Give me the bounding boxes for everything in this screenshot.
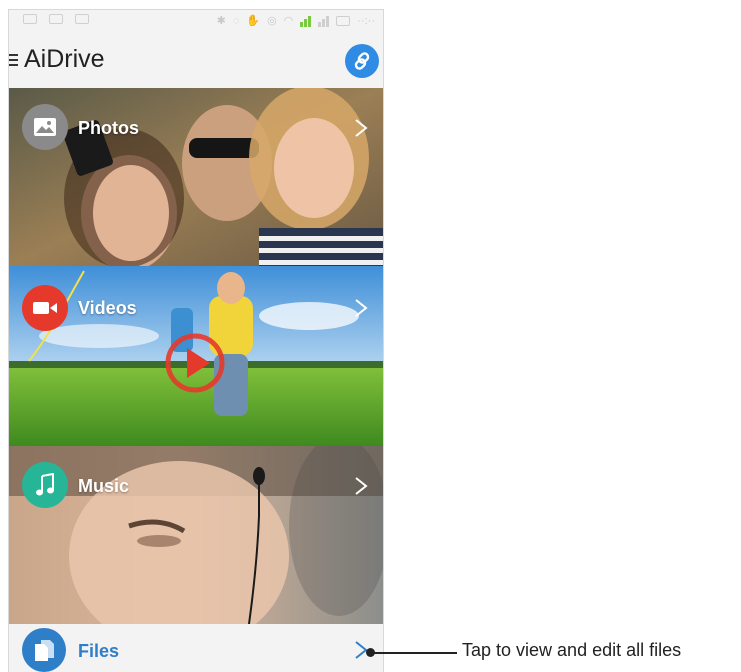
music-tile[interactable]: Music [9, 446, 383, 624]
video-camera-icon [33, 302, 57, 314]
alarm-icon: ◎ [267, 15, 277, 27]
menu-icon[interactable] [9, 54, 19, 66]
image-icon [34, 118, 56, 136]
status-bar: ✱ ◌ ✋ ◎ ◠ ··:·· [9, 10, 383, 34]
clock: ··:·· [357, 14, 375, 27]
files-category-icon [22, 628, 66, 672]
hand-icon: ✋ [246, 15, 261, 27]
files-row[interactable]: Files [9, 624, 383, 672]
signal-strength-icon [300, 15, 312, 27]
photos-category-icon [22, 104, 68, 150]
app-title: AiDrive [24, 45, 105, 73]
photos-tile[interactable]: Photos [9, 88, 383, 266]
callout-line [370, 652, 457, 654]
files-label: Files [78, 641, 120, 661]
videos-tile[interactable]: Videos [9, 266, 383, 446]
bluetooth-icon: ✱ [216, 15, 226, 27]
music-background-image [9, 446, 383, 624]
chevron-right-icon [355, 477, 368, 495]
callout-text: Tap to view and edit all files [462, 640, 682, 660]
videos-label: Videos [78, 298, 137, 318]
callout-dot [366, 648, 375, 657]
image-notification-icon [75, 14, 89, 24]
document-icon [35, 640, 54, 661]
videos-category-icon [22, 285, 68, 331]
status-notifications [23, 14, 89, 24]
phone-screen: ✱ ◌ ✋ ◎ ◠ ··:·· AiDrive Photos Videos Mu… [9, 10, 383, 672]
battery-icon [336, 15, 351, 26]
photos-background-image [9, 88, 383, 266]
mail-icon [49, 14, 63, 24]
status-system: ✱ ◌ ✋ ◎ ◠ ··:·· [216, 14, 375, 28]
wifi-icon: ◠ [283, 15, 294, 27]
music-label: Music [78, 476, 130, 496]
chevron-right-icon [355, 119, 368, 137]
app-bar: AiDrive [9, 34, 383, 88]
chevron-right-icon [355, 299, 368, 317]
music-note-icon [36, 473, 54, 496]
link-button[interactable] [345, 44, 379, 78]
videos-background-image [9, 266, 383, 446]
notification-icon [23, 14, 37, 24]
signal-strength-2-icon [318, 15, 330, 27]
photos-label: Photos [78, 118, 139, 138]
link-icon [354, 52, 370, 70]
music-category-icon [22, 462, 68, 508]
nfc-icon: ◌ [232, 14, 240, 27]
